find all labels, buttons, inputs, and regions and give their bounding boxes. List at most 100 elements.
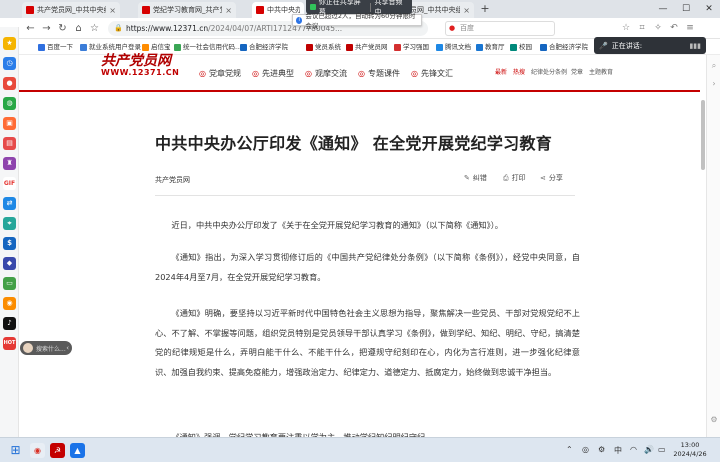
maximize-button[interactable]: ☐	[675, 0, 697, 18]
bookmark-label: 百度一下	[47, 43, 73, 51]
dollar-icon[interactable]: $	[3, 237, 16, 250]
nav-item-courseware[interactable]: ◎ 专题课件	[358, 68, 400, 79]
minimize-button[interactable]: —	[652, 0, 674, 18]
browser-icon[interactable]: ◉	[30, 443, 45, 458]
bookmark-item[interactable]: 就业系统用户登录	[80, 42, 141, 53]
browser-tab-1[interactable]: 共产党员网_中共中央组织部 ×	[22, 2, 120, 18]
bookmark-item[interactable]: 统一社会信用代码...	[174, 42, 241, 53]
close-icon[interactable]: ×	[463, 6, 470, 15]
nav-icon: ◎	[358, 69, 365, 78]
tray-app-icon[interactable]: ◎	[582, 445, 589, 454]
bookmark-favicon-icon	[80, 44, 87, 51]
search-icon[interactable]: ⌕	[709, 61, 719, 71]
history-icon[interactable]: ◷	[3, 57, 16, 70]
menu-icon[interactable]: ≡	[684, 22, 696, 34]
forward-icon[interactable]: →	[40, 22, 53, 35]
close-icon[interactable]: ×	[109, 6, 116, 15]
new-tab-button[interactable]: +	[478, 2, 492, 16]
reload-icon[interactable]: ↻	[56, 22, 69, 35]
monitor-icon[interactable]: ▭	[3, 277, 16, 290]
meeting-notice-text: 会议已超过2人，自动转为60分钟限时会议	[305, 12, 416, 30]
wifi-icon[interactable]: ◠	[630, 445, 637, 454]
browser-tab-2[interactable]: 党纪学习教育网_共产党员网 ×	[138, 2, 236, 18]
bookmark-favicon-icon	[240, 44, 247, 51]
crop-icon[interactable]: ⌗	[636, 22, 648, 34]
bookmark-label: 启信宝	[151, 43, 171, 51]
correction-button[interactable]: ✎ 纠错	[464, 173, 487, 183]
party-logo-icon	[26, 6, 34, 14]
bookmark-label: 就业系统用户登录	[89, 43, 141, 51]
game-icon[interactable]: ♜	[3, 157, 16, 170]
tray-settings-icon[interactable]: ⚙	[598, 445, 605, 454]
link-hot[interactable]: 热搜	[513, 67, 525, 76]
app-icon[interactable]: ◆	[3, 257, 16, 270]
back-icon[interactable]: ←	[24, 22, 37, 35]
bookmark-item[interactable]: 教育厅	[476, 42, 505, 53]
bookmark-item[interactable]: 党员系统	[306, 42, 341, 53]
nav-item-party-rules[interactable]: ◎ 党章党规	[199, 68, 241, 79]
app-icon[interactable]: ●	[3, 77, 16, 90]
windows-start-icon[interactable]: ⊞	[8, 443, 23, 458]
app-icon[interactable]: ▣	[3, 117, 16, 130]
chevron-left-icon[interactable]: ‹	[66, 344, 69, 352]
bookmark-item[interactable]: 共产党员网	[346, 42, 388, 53]
clock-date: 2024/4/26	[673, 450, 707, 458]
avatar	[23, 343, 33, 353]
nav-item-pioneer[interactable]: ◎ 先锋文汇	[411, 68, 453, 79]
collapse-icon[interactable]: ›	[709, 79, 719, 89]
floating-search-widget[interactable]: 搜索什么... ‹	[20, 341, 72, 355]
home-icon[interactable]: ⌂	[72, 22, 85, 35]
link-theme-education[interactable]: 主题教育	[589, 67, 613, 76]
share-icon: ⋖	[540, 174, 546, 182]
search-box[interactable]: ● 百度	[445, 21, 555, 36]
gif-icon[interactable]: GIF	[3, 177, 16, 190]
print-button[interactable]: ⎙ 打印	[503, 173, 526, 183]
site-header: 共产党员网 WWW.12371.CN ◎ 党章党规 ◎ 先进典型 ◎ 观摩交流 ◎ 专题…	[19, 54, 700, 90]
close-icon[interactable]: ×	[225, 6, 232, 15]
article-paragraph: 近日，中共中央办公厅印发了《关于在全党开展党纪学习教育的通知》（以下简称《通知》…	[171, 220, 503, 230]
battery-icon[interactable]: ▭	[658, 445, 666, 454]
settings-icon[interactable]: ⚙	[709, 415, 719, 425]
bookmark-favicon-icon	[306, 44, 313, 51]
pdf-icon[interactable]: ▤	[3, 137, 16, 150]
news-icon[interactable]: HOT	[3, 337, 16, 350]
extensions-icon[interactable]: ✧	[652, 22, 664, 34]
bookmark-star-icon[interactable]: ☆	[620, 22, 632, 34]
close-window-button[interactable]: ✕	[698, 0, 720, 18]
party-logo-icon	[142, 6, 150, 14]
bookmark-item[interactable]: 合肥经济学院	[540, 42, 588, 53]
link-latest[interactable]: 最新	[495, 67, 507, 76]
bookmark-item[interactable]: 百度一下	[38, 42, 73, 53]
party-app-icon[interactable]: ☭	[50, 443, 65, 458]
share-button[interactable]: ⋖ 分享	[540, 173, 563, 183]
translate-icon[interactable]: ⇄	[3, 197, 16, 210]
article-divider	[155, 195, 575, 196]
system-clock[interactable]: 13:00 2024/4/26	[668, 441, 712, 459]
bookmark-item[interactable]: 学习强国	[394, 42, 429, 53]
bookmark-favicon-icon	[38, 44, 45, 51]
nav-item-models[interactable]: ◎ 先进典型	[252, 68, 294, 79]
link-regulations[interactable]: 纪律处分条例	[531, 67, 567, 76]
site-logo[interactable]: 共产党员网	[101, 54, 171, 68]
meeting-app-icon[interactable]: ▲	[70, 443, 85, 458]
wechat-icon[interactable]: ◍	[3, 97, 16, 110]
bookmark-item[interactable]: 校园	[510, 42, 532, 53]
left-sidebar: ★ ◷ ● ◍ ▣ ▤ ♜ GIF ⇄ ⌖ $ ◆ ▭ ◉ ♪ HOT	[0, 27, 19, 437]
undo-icon[interactable]: ↶	[668, 22, 680, 34]
print-icon: ⎙	[503, 174, 509, 182]
nav-item-exchange[interactable]: ◎ 观摩交流	[305, 68, 347, 79]
bookmark-item[interactable]: 腾讯文档	[436, 42, 471, 53]
douyin-icon[interactable]: ♪	[3, 317, 16, 330]
link-constitution[interactable]: 党章	[571, 67, 583, 76]
app-icon[interactable]: ◉	[3, 297, 16, 310]
star-icon[interactable]: ☆	[88, 22, 101, 35]
favorites-icon[interactable]: ★	[3, 37, 16, 50]
volume-icon[interactable]: 🔊	[644, 445, 654, 454]
bookmark-item[interactable]: 启信宝	[142, 42, 171, 53]
bookmark-label: 腾讯文档	[445, 43, 471, 51]
tray-chevron-icon[interactable]: ⌃	[566, 445, 573, 454]
scrollbar-thumb[interactable]	[701, 100, 705, 170]
bookmark-item[interactable]: 合肥经济学院	[240, 42, 288, 53]
input-language[interactable]: 中	[614, 445, 622, 456]
scan-icon[interactable]: ⌖	[3, 217, 16, 230]
